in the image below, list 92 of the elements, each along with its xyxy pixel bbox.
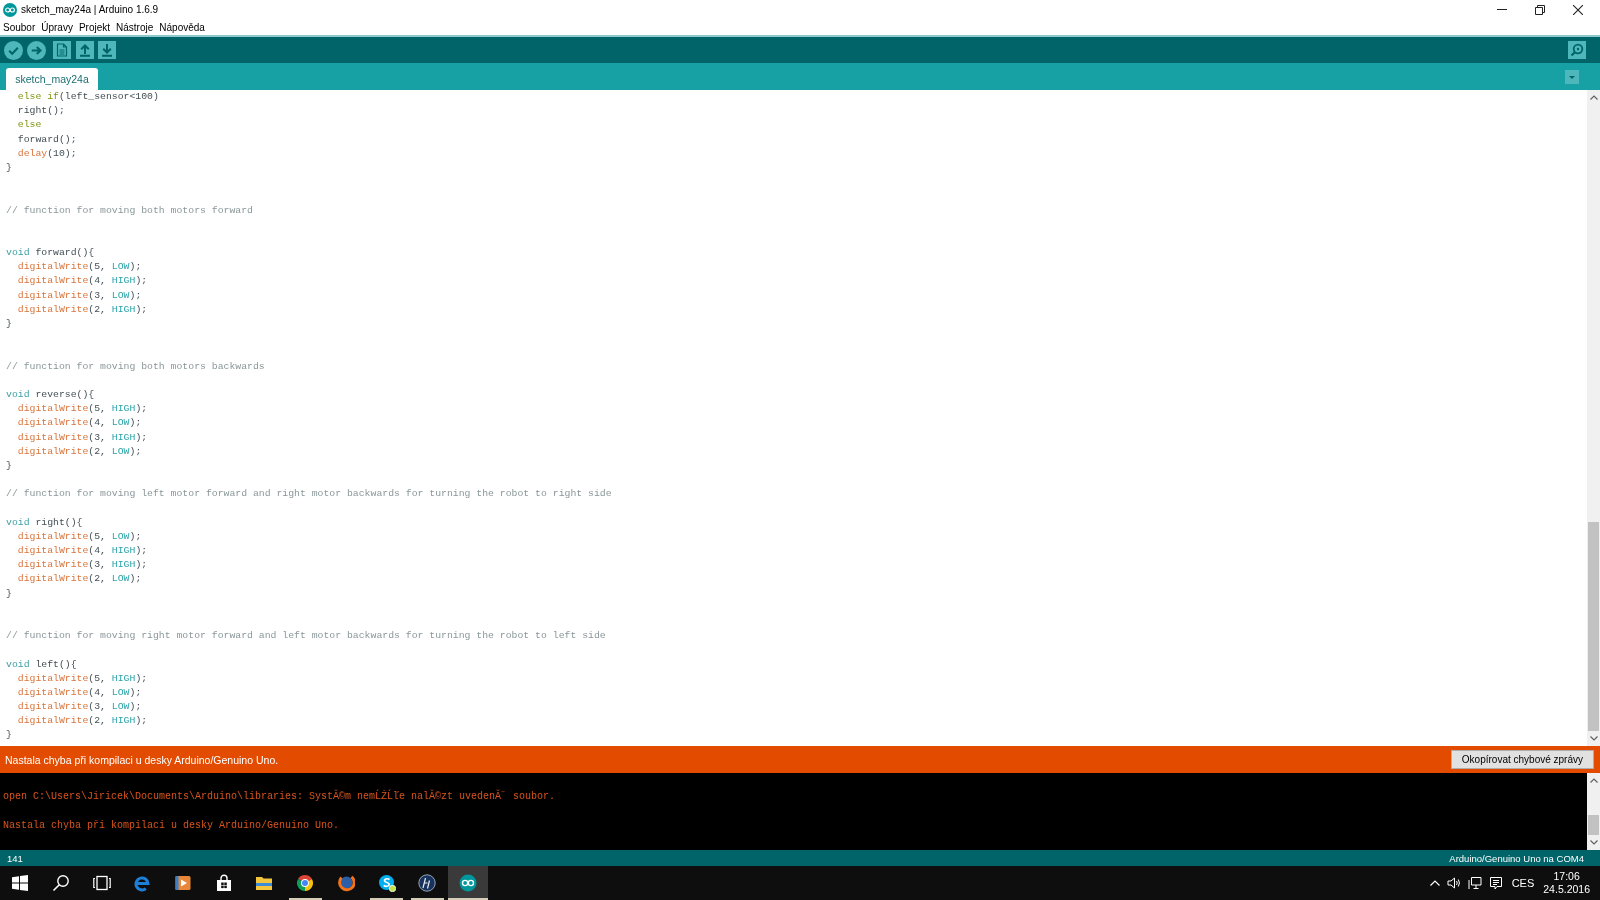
speech-bubble-icon[interactable] [1488, 876, 1503, 890]
taskbar-app-button[interactable] [447, 866, 489, 900]
code-line: digitalWrite(5, LOW); [17, 261, 142, 273]
search-icon [52, 874, 71, 892]
code-line: digitalWrite(5, LOW); [17, 530, 142, 542]
code-line: // function for moving both motors backwards [6, 360, 265, 372]
menu-item[interactable]: Úpravy [41, 21, 73, 33]
chevron-up-icon[interactable] [1429, 880, 1440, 886]
code-line: digitalWrite(3, LOW); [17, 289, 142, 301]
code-line: digitalWrite(3, HIGH); [17, 559, 148, 571]
code-line: digitalWrite(5, HIGH); [17, 672, 148, 684]
code-line: } [6, 587, 12, 599]
console-line: Nastala chyba při kompilaci u desky Arduino/Genuino Uno. [3, 819, 340, 831]
code-line: digitalWrite(2, LOW); [17, 573, 142, 585]
code-line: digitalWrite(5, HIGH); [17, 403, 148, 415]
speaker-icon[interactable] [1446, 876, 1461, 890]
folder-icon [255, 874, 274, 892]
shopping-bag-icon [214, 874, 233, 892]
code-line: digitalWrite(3, LOW); [17, 701, 142, 713]
minimize-icon [1497, 9, 1507, 10]
copy-errors-button[interactable]: Okopírovat chybové zprávy [1450, 750, 1594, 769]
verify-button[interactable] [4, 40, 23, 60]
code-line: digitalWrite(4, LOW); [17, 686, 142, 698]
code-line: else [17, 119, 42, 131]
code-line: } [6, 161, 12, 173]
windows-logo-icon [11, 874, 30, 892]
e-logo-icon [133, 874, 152, 892]
error-message: Nastala chyba při kompilaci u desky Arduino/Genuino Uno. [5, 753, 279, 766]
board-port-label: Arduino/Genuino Uno na COM4 [1449, 852, 1584, 864]
code-line: digitalWrite(2, HIGH); [17, 303, 148, 315]
code-line: digitalWrite(4, HIGH); [17, 545, 148, 556]
tricolor-circle-icon [296, 874, 315, 892]
scrollbar-thumb[interactable] [1588, 815, 1599, 835]
code-line: digitalWrite(2, HIGH); [17, 715, 148, 727]
window-title: sketch_may24a | Arduino 1.6.9 [21, 4, 159, 15]
save-button[interactable] [98, 41, 116, 59]
round-emblem-icon [418, 874, 437, 892]
arrow-up-icon [76, 41, 94, 59]
tab[interactable]: sketch_may24a [6, 68, 98, 90]
caret-down-icon[interactable] [1589, 840, 1598, 845]
code-line: right(); [17, 105, 65, 117]
code-line: } [6, 318, 12, 329]
code-line: // function for moving both motors forward [6, 204, 253, 216]
close-icon [1573, 4, 1583, 15]
code-line: } [6, 459, 12, 471]
code-line: else if(left_sensor<100) [17, 91, 159, 102]
code-line: digitalWrite(3, HIGH); [17, 431, 148, 443]
clock-time[interactable]: 17:06 [1553, 870, 1580, 883]
tab-menu-button[interactable] [1565, 69, 1579, 84]
scrollbar-thumb[interactable] [1588, 522, 1599, 731]
restore-icon [1535, 4, 1545, 15]
open-button[interactable] [76, 41, 94, 59]
menu-item[interactable]: Nástroje [116, 21, 154, 33]
new-sketch-button[interactable] [53, 41, 71, 59]
arrow-right-icon [27, 40, 46, 60]
check-icon [4, 40, 23, 60]
code-line: void forward(){ [6, 247, 95, 259]
search-icon [1568, 41, 1586, 59]
scrollbar[interactable] [1587, 90, 1600, 746]
console-line: open C:\Users\Jiricek\Documents\Arduino\libraries: SystĂ©m nemĹŻĹľe nalĂ©zt uvedenĂ˝ soubor. [3, 791, 556, 802]
caret-down-icon[interactable] [1589, 736, 1598, 741]
code-line: void reverse(){ [6, 388, 95, 400]
s-logo-icon [377, 874, 396, 892]
arrow-down-icon [98, 41, 116, 59]
menu-item[interactable]: Projekt [78, 21, 111, 33]
caret-up-icon[interactable] [1589, 778, 1598, 783]
code-line: // function for moving right motor forward and left motor backwards for turning the robot to left side [6, 630, 606, 642]
code-line: void right(){ [6, 516, 83, 528]
infinity-logo-icon [458, 874, 477, 892]
caret-up-icon[interactable] [1589, 95, 1598, 100]
menu-item[interactable]: Soubor [3, 21, 36, 33]
code-line: digitalWrite(2, LOW); [17, 445, 142, 457]
code-line: forward(); [17, 133, 77, 145]
globe-icon [336, 874, 355, 892]
play-tile-icon [174, 874, 193, 892]
clock-date[interactable]: 24.5.2016 [1543, 883, 1590, 896]
code-line: digitalWrite(4, HIGH); [17, 275, 148, 287]
menu-item[interactable]: Nápověda [159, 21, 205, 33]
code-line: } [6, 729, 12, 741]
caret-down-icon [1565, 69, 1579, 84]
code-line: delay(10); [17, 147, 77, 159]
code-line: // function for moving left motor forward and right motor backwards for turning the robot to right side [6, 488, 612, 500]
language-indicator[interactable]: CES [1511, 877, 1535, 889]
code-line: digitalWrite(4, LOW); [17, 417, 142, 429]
line-number: 141 [7, 852, 23, 864]
task-view-icon [92, 874, 111, 892]
upload-button[interactable] [27, 40, 46, 60]
code-line: void left(){ [6, 658, 77, 670]
serial-monitor-button[interactable] [1568, 41, 1586, 59]
document-icon [53, 41, 71, 59]
scrollbar[interactable] [1587, 773, 1600, 850]
monitor-icon[interactable] [1467, 876, 1482, 890]
